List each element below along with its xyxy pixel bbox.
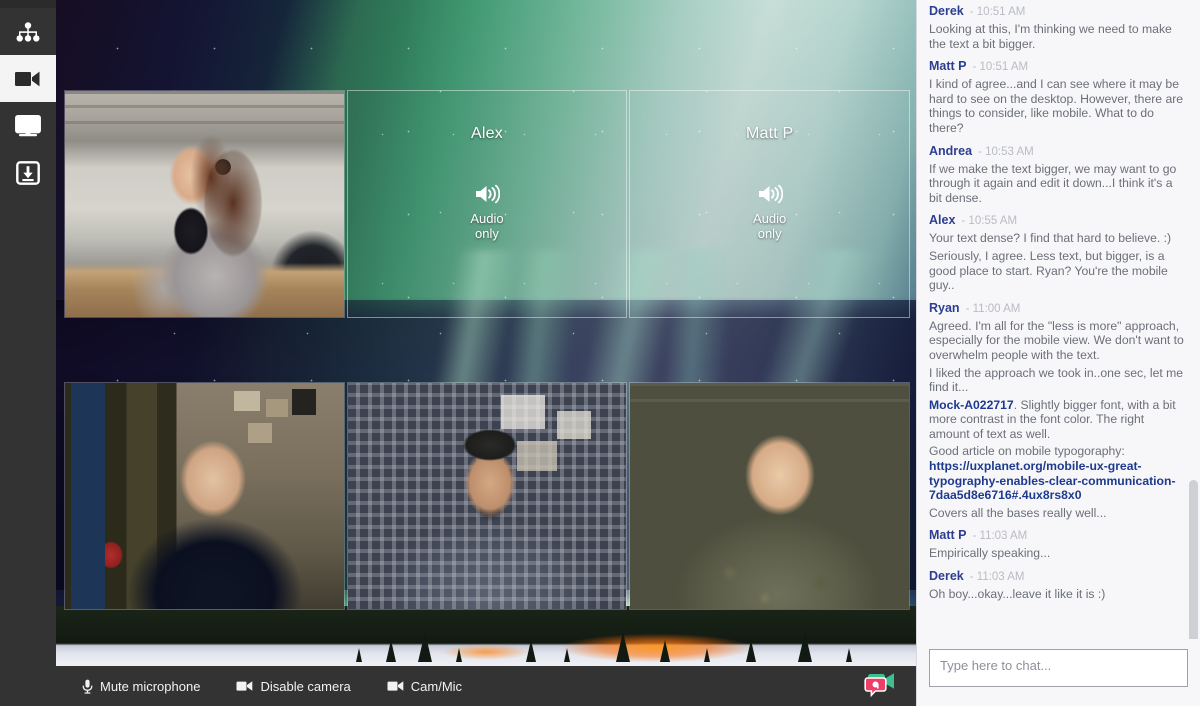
chat-message-list[interactable]: Derek - 10:51 AM Looking at this, I'm th… — [917, 0, 1200, 639]
chat-author: Andrea — [929, 143, 973, 158]
chat-message: Matt P - 10:51 AM I kind of agree...and … — [929, 59, 1188, 135]
video-stage: Alex Audio only Matt P Audio only Mute m… — [56, 0, 916, 706]
chat-input[interactable] — [929, 649, 1188, 687]
chat-compose-area — [917, 639, 1200, 706]
chat-message-text-with-url: Good article on mobile typogoraphy: http… — [929, 444, 1188, 502]
toolbar-button-label: Disable camera — [260, 678, 351, 694]
external-url-link[interactable]: https://uxplanet.org/mobile-ux-great-typ… — [929, 459, 1176, 502]
chat-message: Andrea - 10:53 AM If we make the text bi… — [929, 144, 1188, 206]
chat-message-text: I kind of agree...and I can see where it… — [929, 77, 1184, 135]
chat-message-text: Seriously, I agree. Less text, but bigge… — [929, 248, 1168, 293]
org-chart-icon — [15, 21, 41, 42]
chat-timestamp: - 11:00 AM — [965, 302, 1021, 315]
chat-message: Matt P - 11:03 AM Empirically speaking..… — [929, 528, 1188, 561]
chat-message-text: Your text dense? I find that hard to bel… — [929, 231, 1172, 246]
chat-message: Derek - 10:51 AM Looking at this, I'm th… — [929, 4, 1188, 51]
chat-scrollbar-thumb[interactable] — [1189, 480, 1198, 639]
chat-timestamp: - 10:51 AM — [969, 6, 1026, 18]
chat-message-header: Derek - 11:03 AM — [929, 569, 1188, 585]
video-chat-toggle-button[interactable] — [862, 672, 898, 700]
participant-tile-audio-alex[interactable]: Alex Audio only — [346, 90, 628, 318]
call-toolbar: Mute microphone Disable camera Cam/Mic — [56, 666, 916, 706]
chat-message-text-with-mock-link: Mock-A022717. Slightly bigger font, with… — [929, 398, 1188, 442]
participant-tile-audio-matt-p[interactable]: Matt P Audio only — [629, 90, 910, 318]
chat-message-text: Covers all the bases really well... — [929, 505, 1107, 520]
snow-landscape-band — [56, 606, 916, 666]
sidebar-item-video[interactable] — [0, 55, 56, 102]
chat-message-text: Oh boy...okay...leave it like it is :) — [929, 587, 1106, 602]
video-camera-icon — [387, 680, 404, 692]
chat-message: Alex - 10:55 AM Your text dense? I find … — [929, 213, 1188, 292]
toolbar-button-label: Mute microphone — [100, 678, 201, 694]
microphone-icon — [82, 679, 93, 694]
chat-timestamp: - 11:03 AM — [969, 571, 1025, 584]
chat-timestamp: - 11:03 AM — [972, 530, 1028, 543]
monitor-icon — [15, 114, 41, 137]
participant-grid: Alex Audio only Matt P Audio only — [64, 90, 910, 610]
chat-timestamp: - 10:55 AM — [961, 215, 1018, 228]
chat-author: Ryan — [929, 300, 960, 315]
speaker-icon — [474, 183, 500, 205]
mock-reference-link[interactable]: Mock-A022717 — [929, 398, 1014, 412]
video-chat-icon — [863, 671, 897, 702]
chat-author: Alex — [929, 213, 956, 228]
chat-message-text: I liked the approach we took in..one sec… — [929, 365, 1184, 395]
mute-microphone-button[interactable]: Mute microphone — [64, 679, 218, 694]
chat-panel: Derek - 10:51 AM Looking at this, I'm th… — [916, 0, 1200, 706]
video-conference-app: Alex Audio only Matt P Audio only Mute m… — [0, 0, 1200, 706]
left-sidebar — [0, 0, 56, 706]
sidebar-item-download[interactable] — [0, 149, 56, 196]
chat-message-header: Andrea - 10:53 AM — [929, 144, 1188, 160]
download-icon — [16, 160, 40, 185]
chat-message-text: Looking at this, I'm thinking we need to… — [929, 22, 1172, 51]
toolbar-button-label: Cam/Mic — [410, 678, 463, 694]
chat-message: Ryan - 11:00 AM Agreed. I'm all for the … — [929, 301, 1188, 521]
chat-message-header: Alex - 10:55 AM — [929, 213, 1188, 229]
participant-tile-video[interactable] — [64, 90, 345, 318]
chat-message-header: Ryan - 11:00 AM — [929, 301, 1188, 317]
chat-author: Matt P — [929, 528, 967, 543]
chat-author: Derek — [929, 4, 964, 18]
video-camera-icon — [236, 680, 253, 692]
chat-message-header: Matt P - 10:51 AM — [929, 59, 1188, 75]
sidebar-item-org-chart[interactable] — [0, 8, 56, 55]
speaker-icon — [757, 183, 783, 205]
chat-message-text: Empirically speaking... — [929, 546, 1051, 561]
sidebar-item-screen-share[interactable] — [0, 102, 56, 149]
chat-message-text: Agreed. I'm all for the "less is more" a… — [929, 318, 1184, 362]
chat-author: Derek — [929, 569, 964, 584]
chat-message-header: Derek - 10:51 AM — [929, 4, 1188, 20]
chat-message-header: Matt P - 11:03 AM — [929, 528, 1188, 544]
audio-only-label: Audio only — [753, 211, 787, 241]
participant-name: Alex — [471, 125, 503, 142]
participant-tile-video[interactable] — [629, 382, 910, 610]
participant-name: Matt P — [745, 125, 794, 142]
chat-author: Matt P — [929, 59, 967, 74]
chat-message-text: Good article on mobile typogoraphy: — [929, 444, 1125, 459]
chat-message: Derek - 11:03 AM Oh boy...okay...leave i… — [929, 569, 1188, 602]
cam-mic-button[interactable]: Cam/Mic — [369, 679, 480, 694]
chat-message-text: If we make the text bigger, we may want … — [929, 161, 1177, 205]
video-camera-icon — [14, 69, 42, 89]
chat-timestamp: - 10:53 AM — [978, 145, 1034, 158]
audio-only-label: Audio only — [470, 211, 504, 241]
chat-timestamp: - 10:51 AM — [972, 61, 1029, 74]
participant-tile-video[interactable] — [64, 382, 345, 610]
participant-tile-video[interactable] — [346, 382, 628, 610]
disable-camera-button[interactable]: Disable camera — [218, 679, 368, 694]
sidebar-top-strip — [0, 0, 56, 8]
